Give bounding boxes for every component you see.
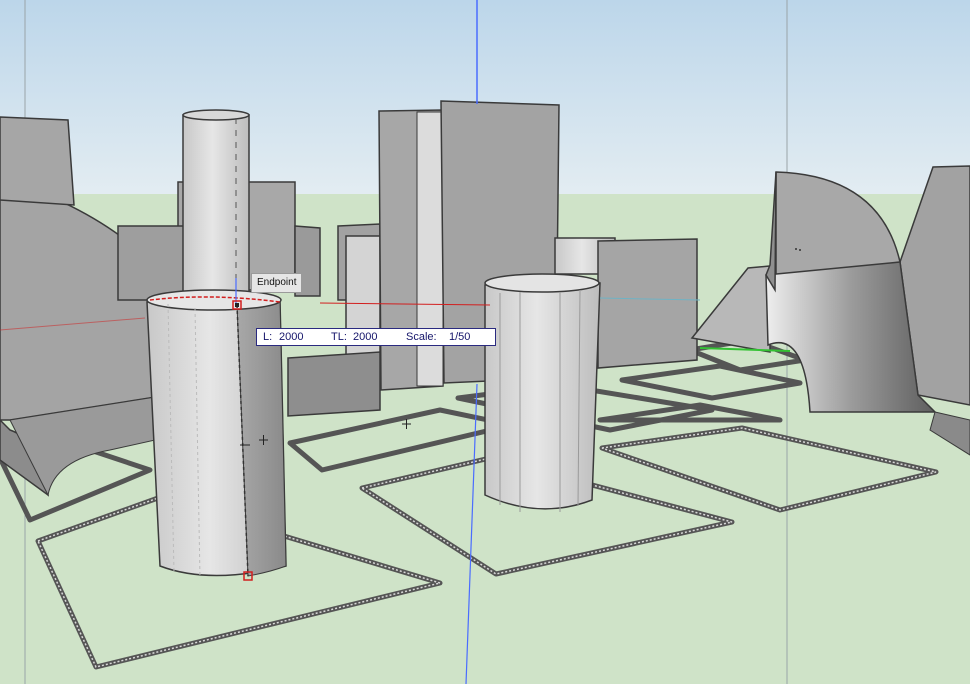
total-length-label: TL:: [331, 331, 347, 343]
right-block: [597, 238, 698, 369]
scale-value[interactable]: 1/50: [449, 329, 470, 345]
front-cylinder: [484, 282, 601, 510]
left-back-block: [0, 116, 75, 206]
tall-cylinder: [182, 114, 250, 301]
measure-input-bar[interactable]: L: 2000 TL: 2000 Scale: 1/50: [256, 328, 496, 346]
snap-tooltip: Endpoint: [251, 273, 303, 293]
length-label: L:: [263, 331, 273, 343]
middle-slab: [287, 351, 381, 417]
total-length-value[interactable]: 2000: [353, 329, 377, 345]
length-value[interactable]: 2000: [279, 329, 303, 345]
3d-viewport[interactable]: Endpoint L: 2000 TL: 2000 Scale: 1/50: [0, 0, 970, 684]
scale-label: Scale:: [406, 331, 437, 343]
